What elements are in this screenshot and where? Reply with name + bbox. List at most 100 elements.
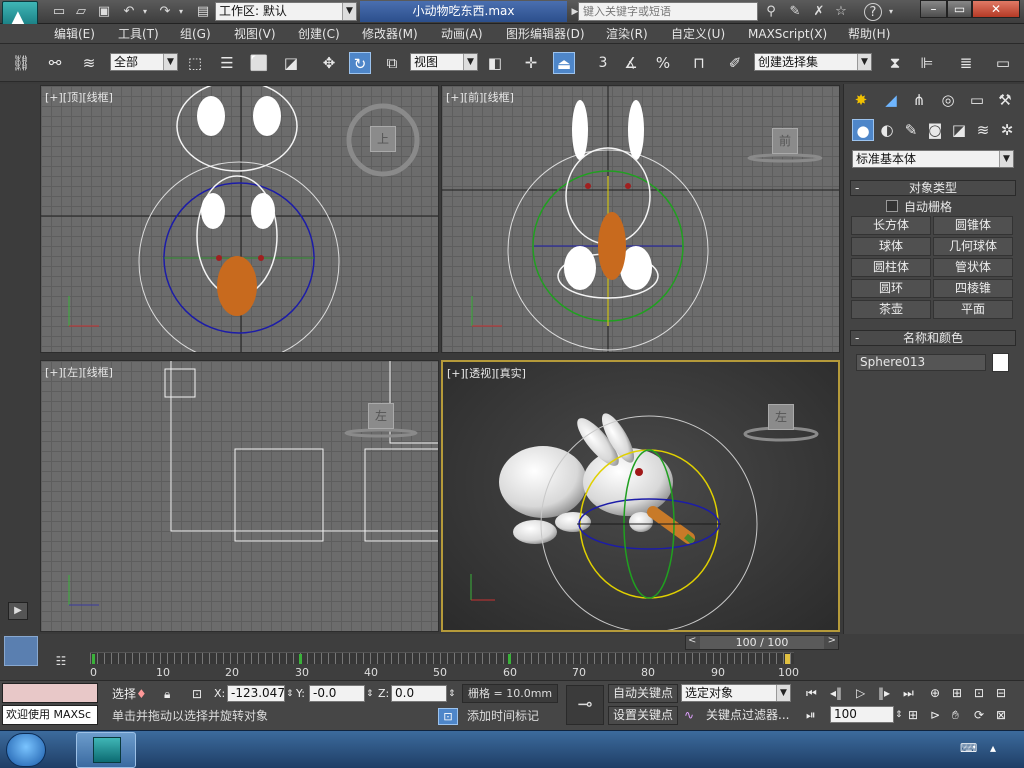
redo-icon[interactable]: ↷ [156, 3, 174, 21]
windows-start-icon[interactable] [6, 733, 46, 767]
cameras-icon[interactable]: ◙ [924, 119, 946, 141]
selection-lock-icon[interactable]: 🔒︎ [164, 685, 170, 703]
geometry-icon[interactable]: ● [852, 119, 874, 141]
save-icon[interactable]: ▣ [95, 3, 113, 21]
pivot-center-icon[interactable]: ◧ [484, 52, 506, 74]
zoom-all-icon[interactable]: ⊞ [952, 684, 962, 702]
menu-help[interactable]: 帮助(H) [848, 26, 890, 42]
keyframe-marker[interactable] [299, 654, 302, 664]
project-folder-icon[interactable]: ▤ [194, 3, 212, 21]
y-coordinate-input[interactable]: -0.0 [309, 685, 365, 702]
selection-filter-dropdown[interactable]: 全部 ▼ [110, 53, 178, 71]
edit-named-selection-icon[interactable]: ✐ [724, 52, 746, 74]
frame-spinner-icon[interactable]: ⇕ [895, 706, 903, 724]
rectangular-selection-icon[interactable]: ⬜ [248, 52, 270, 74]
search-input[interactable]: 键入关键字或短语 [578, 2, 758, 21]
isolate-icon[interactable]: ♦ [136, 685, 147, 703]
viewport-layout-icon[interactable] [4, 636, 38, 666]
select-manipulate-icon[interactable]: ✛ [520, 52, 542, 74]
link-icon[interactable]: ⛓ [10, 52, 32, 74]
mirror-icon[interactable]: ⧗ [884, 52, 906, 74]
tube-button[interactable]: 管状体 [933, 258, 1013, 277]
view-cube[interactable]: 前 [772, 128, 798, 154]
time-tag-icon[interactable]: ⊡ [438, 708, 458, 725]
object-name-input[interactable]: Sphere013 [856, 354, 986, 371]
cone-button[interactable]: 圆锥体 [933, 216, 1013, 235]
help-icon[interactable]: ? [864, 3, 882, 21]
torus-button[interactable]: 圆环 [851, 279, 931, 298]
redo-dropdown-icon[interactable]: ▾ [176, 3, 186, 21]
orbit-icon[interactable]: ⟳ [974, 706, 984, 724]
viewport-front[interactable]: [+][前][线框] 前 [441, 85, 840, 353]
align-icon[interactable]: ⊫ [916, 52, 938, 74]
graphite-tools-icon[interactable]: ▭ [992, 52, 1014, 74]
star-icon[interactable]: ☆ [832, 3, 850, 21]
systems-icon[interactable]: ✲ [996, 119, 1018, 141]
name-color-rollup[interactable]: - 名称和颜色 [850, 330, 1016, 346]
next-frame-icon[interactable]: > [828, 635, 836, 646]
helpers-icon[interactable]: ◪ [948, 119, 970, 141]
set-key-icon[interactable]: ⊸ [566, 685, 604, 725]
named-selection-dropdown[interactable]: 创建选择集 ▼ [754, 53, 872, 71]
zoom-icon[interactable]: ⊕ [930, 684, 940, 702]
auto-key-button[interactable]: 自动关键点 [608, 684, 678, 703]
category-dropdown[interactable]: 标准基本体 ▼ [852, 150, 1014, 168]
box-button[interactable]: 长方体 [851, 216, 931, 235]
time-slider[interactable]: < 100 / 100 > [685, 635, 839, 650]
undo-icon[interactable]: ↶ [120, 3, 138, 21]
play-icon[interactable]: ▷ [856, 684, 865, 702]
object-color-swatch[interactable] [992, 353, 1009, 372]
motion-tab-icon[interactable]: ◎ [937, 89, 959, 111]
x-coordinate-input[interactable]: -123.047 [227, 685, 285, 702]
scale-icon[interactable]: ⧉ [381, 52, 403, 74]
menu-create[interactable]: 创建(C) [298, 26, 340, 42]
move-icon[interactable]: ✥ [318, 52, 340, 74]
previous-frame-icon[interactable]: ◂‖ [830, 684, 842, 702]
viewport-top[interactable]: [+][顶][线框] 上 [40, 85, 439, 353]
view-cube[interactable]: 左 [368, 403, 394, 429]
create-tab-icon[interactable]: ✸ [850, 89, 872, 111]
time-config-icon[interactable]: ⊞ [908, 706, 918, 724]
next-frame-icon[interactable]: ‖▸ [878, 684, 890, 702]
geosphere-button[interactable]: 几何球体 [933, 237, 1013, 256]
track-bar[interactable] [90, 652, 794, 664]
set-key-button[interactable]: 设置关键点 [608, 706, 678, 725]
bind-space-warp-icon[interactable]: ≋ [78, 52, 100, 74]
hierarchy-tab-icon[interactable]: ⋔ [908, 89, 930, 111]
key-icon[interactable]: ✎ [786, 3, 804, 21]
menu-animation[interactable]: 动画(A) [441, 26, 483, 42]
maxscript-mini-listener[interactable]: 欢迎使用 MAXSc [2, 705, 98, 725]
maxscript-listener-pink[interactable] [2, 683, 98, 703]
key-mode-icon[interactable]: ⏯ [806, 706, 816, 724]
keyframe-marker[interactable] [508, 654, 511, 664]
help-dropdown-icon[interactable]: ▾ [886, 3, 896, 21]
modify-tab-icon[interactable]: ◢ [880, 89, 902, 111]
key-filters-button[interactable]: 关键点过滤器... [702, 706, 794, 725]
current-frame-marker[interactable] [785, 654, 790, 664]
unlink-icon[interactable]: ⚯ [44, 52, 66, 74]
menu-edit[interactable]: 编辑(E) [54, 26, 95, 42]
close-button[interactable]: ✕ [972, 0, 1020, 18]
key-curve-icon[interactable]: ∿ [684, 706, 694, 724]
object-type-rollup[interactable]: - 对象类型 [850, 180, 1016, 196]
layer-manager-icon[interactable]: ≣ [955, 52, 977, 74]
maximize-button[interactable]: ▭ [947, 0, 972, 18]
menu-modifiers[interactable]: 修改器(M) [362, 26, 418, 42]
add-time-tag-button[interactable]: 添加时间标记 [462, 707, 558, 726]
space-warps-icon[interactable]: ≋ [972, 119, 994, 141]
zoom-extents-icon[interactable]: ⊡ [974, 684, 984, 702]
sphere-button[interactable]: 球体 [851, 237, 931, 256]
window-crossing-icon[interactable]: ◪ [280, 52, 302, 74]
plane-button[interactable]: 平面 [933, 300, 1013, 319]
open-file-icon[interactable]: ▱ [72, 3, 90, 21]
select-by-name-icon[interactable]: ☰ [216, 52, 238, 74]
tray-arrow-icon[interactable]: ▴ [990, 741, 996, 755]
x-spinner-icon[interactable]: ⇕ [286, 685, 294, 703]
undo-dropdown-icon[interactable]: ▾ [140, 3, 150, 21]
select-object-icon[interactable]: ⬚ [184, 52, 206, 74]
spinner-snap-icon[interactable]: ⊓ [688, 52, 710, 74]
zoom-extents-all-icon[interactable]: ⊟ [996, 684, 1006, 702]
keyboard-tray-icon[interactable]: ⌨ [960, 741, 977, 755]
rotate-icon[interactable]: ↻ [349, 52, 371, 74]
angle-snap-icon[interactable]: ∡ [620, 52, 642, 74]
